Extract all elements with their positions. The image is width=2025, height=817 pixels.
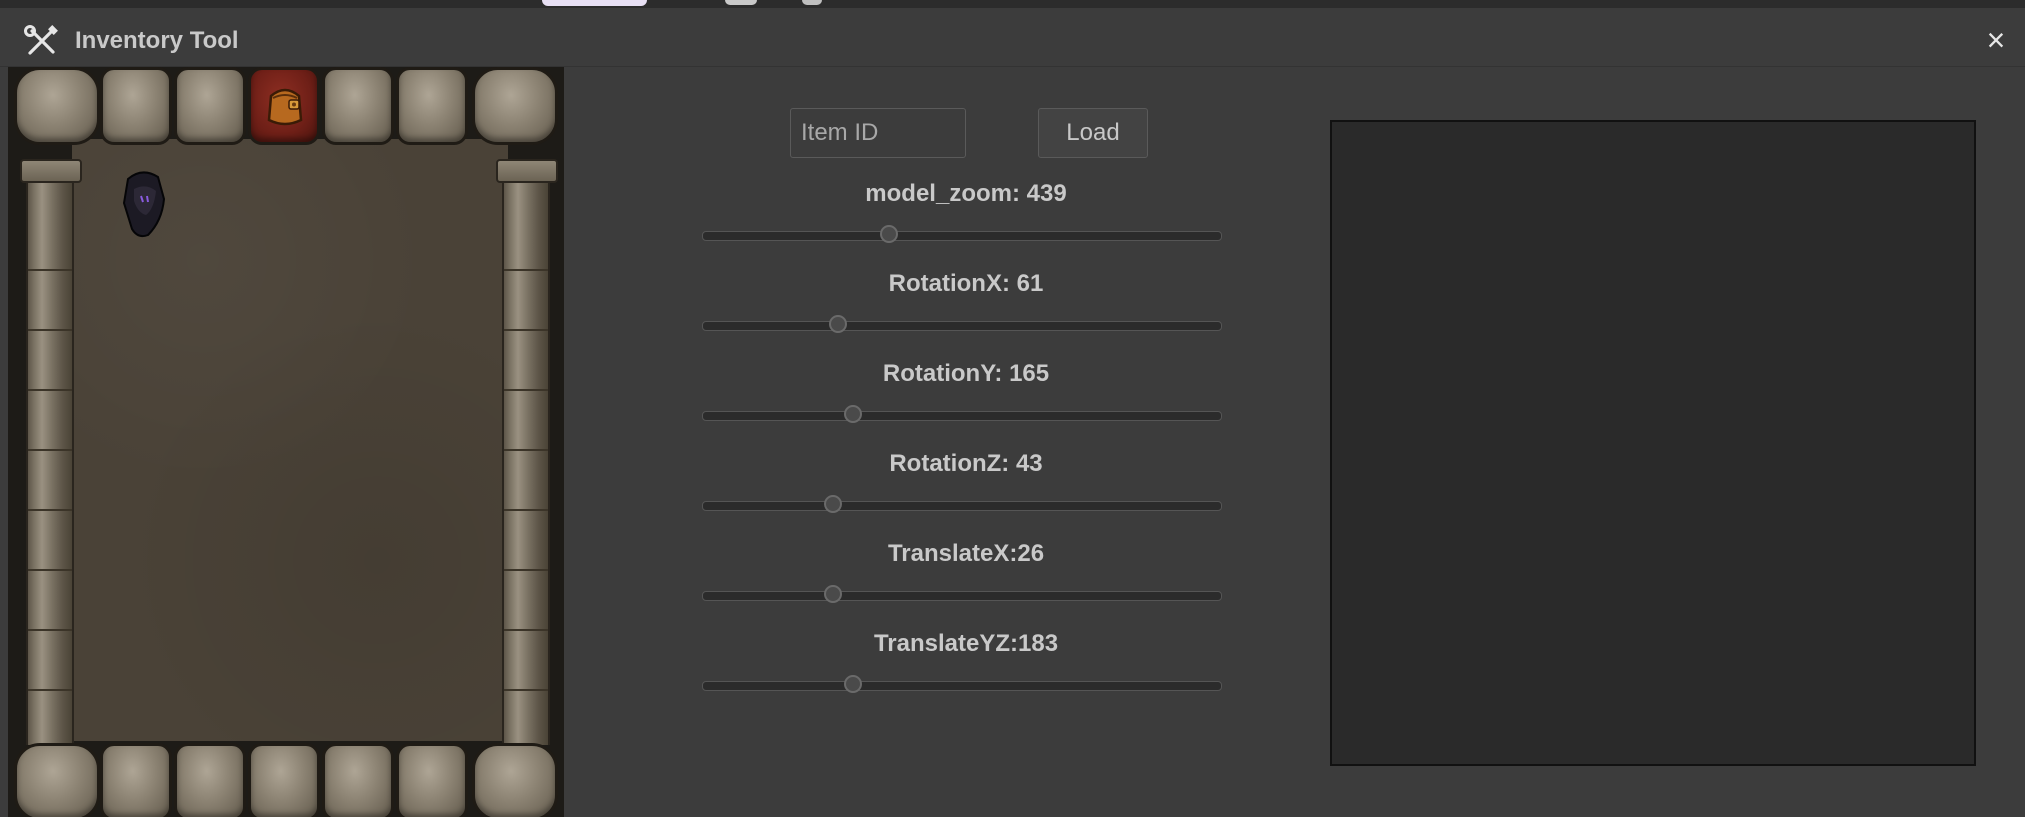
inventory-tab[interactable] [100,743,172,817]
inventory-tab-active[interactable] [248,67,320,145]
load-button[interactable]: Load [1038,108,1148,158]
model-zoom-label: model_zoom: 439 [865,180,1067,207]
inventory-panel [8,67,564,817]
background-graphic [725,0,757,5]
inventory-tab[interactable] [14,743,100,817]
inventory-tab[interactable] [322,67,394,145]
model-controls: Load model_zoom: 439 RotationX: 61 Rotat… [686,67,1246,767]
slider-thumb[interactable] [828,315,847,333]
inventory-tab[interactable] [472,67,558,145]
window-title: Inventory Tool [75,27,239,54]
rotation-y-label: RotationY: 165 [882,360,1050,387]
slider-thumb[interactable] [823,585,842,603]
translate-x-slider[interactable] [702,585,1222,603]
rotation-z-slider[interactable] [702,495,1222,513]
rotation-y-slider[interactable] [702,405,1222,423]
wrench-screwdriver-icon [24,25,58,55]
inventory-tab[interactable] [472,743,558,817]
item-id-input[interactable] [790,108,966,158]
translate-yz-slider[interactable] [702,675,1222,693]
pillar-left [20,159,82,745]
background-graphic [802,0,822,5]
close-button[interactable]: × [1978,24,2014,56]
inventory-tab[interactable] [396,743,468,817]
background-strip [0,0,2025,8]
model-zoom-slider[interactable] [702,225,1222,243]
inventory-tab[interactable] [322,743,394,817]
inventory-tab[interactable] [174,743,246,817]
pillar-right [496,159,558,745]
inventory-tab[interactable] [14,67,100,145]
slider-thumb[interactable] [823,495,842,513]
rotation-x-slider[interactable] [702,315,1222,333]
slider-thumb[interactable] [844,675,863,693]
model-preview-canvas[interactable] [1330,120,1976,766]
title-bar[interactable]: Inventory Tool × [0,8,2025,67]
background-graphic [542,0,647,6]
rotation-z-label: RotationZ: 43 [889,450,1043,477]
translate-x-label: TranslateX:26 [887,540,1045,567]
inventory-tab[interactable] [174,67,246,145]
inventory-tab[interactable] [100,67,172,145]
translate-yz-label: TranslateYZ:183 [873,630,1059,657]
inventory-slot[interactable] [118,169,166,239]
inventory-tool-window: Inventory Tool × Item ID Load model_zoom… [0,8,2025,817]
inventory-tab[interactable] [396,67,468,145]
rotation-x-label: RotationX: 61 [888,270,1044,297]
dark-hood-item-icon [122,171,166,238]
inventory-tab[interactable] [248,743,320,817]
slider-thumb[interactable] [880,225,899,243]
backpack-icon [267,88,303,126]
slider-thumb[interactable] [844,405,863,423]
